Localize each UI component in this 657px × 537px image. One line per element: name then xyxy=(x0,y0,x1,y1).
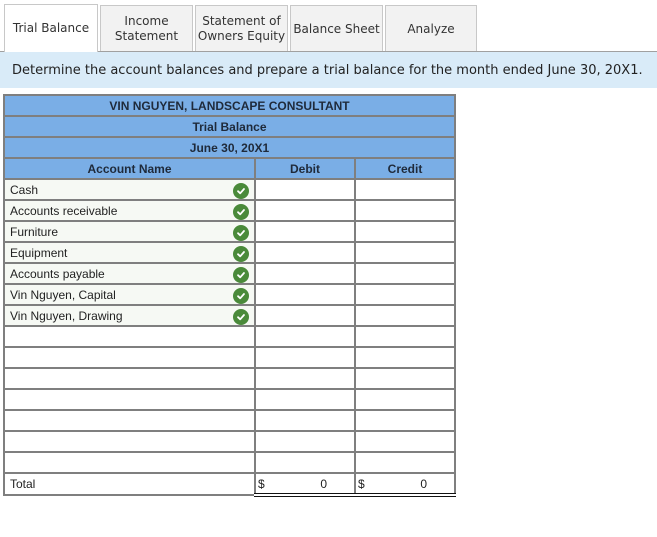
debit-input[interactable] xyxy=(254,178,356,201)
account-name-input[interactable]: Vin Nguyen, Drawing xyxy=(3,304,256,327)
debit-input[interactable] xyxy=(254,388,356,411)
column-header-account-name: Account Name xyxy=(3,157,256,180)
credit-input[interactable] xyxy=(354,367,456,390)
account-name-text: Vin Nguyen, Drawing xyxy=(10,308,123,323)
account-name-text: Furniture xyxy=(10,224,59,239)
tab-statement-of-owners-equity[interactable]: Statement of Owners Equity xyxy=(195,5,288,52)
tab-label: Analyze xyxy=(407,21,455,36)
account-row: Furniture xyxy=(3,220,456,243)
checkmark-icon xyxy=(233,267,249,283)
account-row xyxy=(3,346,456,369)
account-row xyxy=(3,430,456,453)
debit-input[interactable] xyxy=(254,325,356,348)
total-label: Total xyxy=(10,477,36,491)
total-debit-value: 0 xyxy=(320,477,327,491)
credit-input[interactable] xyxy=(354,346,456,369)
tab-label: Trial Balance xyxy=(12,21,90,35)
account-name-input[interactable]: Accounts receivable xyxy=(3,199,256,222)
credit-input[interactable] xyxy=(354,304,456,327)
account-row: Accounts receivable xyxy=(3,199,456,222)
account-name-text: Equipment xyxy=(10,245,68,260)
total-row: Total $ 0 $ 0 xyxy=(3,472,456,497)
debit-input[interactable] xyxy=(254,283,356,306)
column-header-credit: Credit xyxy=(354,157,456,180)
account-name-input[interactable]: Equipment xyxy=(3,241,256,264)
company-name: VIN NGUYEN, LANDSCAPE CONSULTANT xyxy=(3,94,456,117)
account-name-input[interactable] xyxy=(3,409,256,432)
credit-input[interactable] xyxy=(354,430,456,453)
account-name-input[interactable] xyxy=(3,367,256,390)
debit-input[interactable] xyxy=(254,304,356,327)
checkmark-icon xyxy=(233,246,249,262)
checkmark-icon xyxy=(233,183,249,199)
account-name-input[interactable] xyxy=(3,346,256,369)
tab-label: Statement of Owners Equity xyxy=(197,14,286,43)
account-name-text: Accounts payable xyxy=(10,266,105,281)
credit-input[interactable] xyxy=(354,220,456,243)
checkmark-icon xyxy=(233,225,249,241)
debit-input[interactable] xyxy=(254,409,356,432)
account-row xyxy=(3,409,456,432)
account-name-input[interactable]: Accounts payable xyxy=(3,262,256,285)
tab-income-statement[interactable]: Income Statement xyxy=(100,5,193,52)
total-label-cell: Total xyxy=(3,472,256,496)
account-row xyxy=(3,388,456,411)
account-name-input[interactable]: Furniture xyxy=(3,220,256,243)
account-name-input[interactable]: Vin Nguyen, Capital xyxy=(3,283,256,306)
account-name-text: Vin Nguyen, Capital xyxy=(10,287,116,302)
account-name-input[interactable]: Cash xyxy=(3,178,256,201)
credit-input[interactable] xyxy=(354,388,456,411)
checkmark-icon xyxy=(233,204,249,220)
trial-balance-table: VIN NGUYEN, LANDSCAPE CONSULTANT Trial B… xyxy=(3,94,456,497)
debit-input[interactable] xyxy=(254,430,356,453)
account-name-input[interactable] xyxy=(3,388,256,411)
account-row xyxy=(3,325,456,348)
debit-input[interactable] xyxy=(254,199,356,222)
debit-input[interactable] xyxy=(254,241,356,264)
credit-input[interactable] xyxy=(354,283,456,306)
debit-input[interactable] xyxy=(254,262,356,285)
credit-input[interactable] xyxy=(354,451,456,474)
credit-input[interactable] xyxy=(354,199,456,222)
account-name-input[interactable] xyxy=(3,325,256,348)
checkmark-icon xyxy=(233,288,249,304)
instruction-banner: Determine the account balances and prepa… xyxy=(0,51,657,88)
account-row: Accounts payable xyxy=(3,262,456,285)
account-row: Equipment xyxy=(3,241,456,264)
credit-input[interactable] xyxy=(354,241,456,264)
account-name-text: Accounts receivable xyxy=(10,203,118,218)
account-name-text: Cash xyxy=(10,182,39,197)
tab-label: Income Statement xyxy=(114,14,179,43)
tab-analyze[interactable]: Analyze xyxy=(385,5,477,52)
tab-trial-balance[interactable]: Trial Balance xyxy=(4,4,98,52)
debit-input[interactable] xyxy=(254,220,356,243)
total-credit-cell: $ 0 xyxy=(354,472,456,497)
account-name-input[interactable] xyxy=(3,451,256,474)
credit-input[interactable] xyxy=(354,178,456,201)
account-name-input[interactable] xyxy=(3,430,256,453)
tab-label: Balance Sheet xyxy=(293,21,380,36)
checkmark-icon xyxy=(233,309,249,325)
account-row: Vin Nguyen, Drawing xyxy=(3,304,456,327)
tab-bar: Trial Balance Income Statement Statement … xyxy=(4,4,479,52)
currency-symbol: $ xyxy=(358,477,365,491)
account-row xyxy=(3,451,456,474)
credit-input[interactable] xyxy=(354,262,456,285)
credit-input[interactable] xyxy=(354,409,456,432)
credit-input[interactable] xyxy=(354,325,456,348)
statement-date: June 30, 20X1 xyxy=(3,136,456,159)
statement-title: Trial Balance xyxy=(3,115,456,138)
debit-input[interactable] xyxy=(254,367,356,390)
total-credit-value: 0 xyxy=(420,477,427,491)
account-row xyxy=(3,367,456,390)
debit-input[interactable] xyxy=(254,346,356,369)
account-row: Vin Nguyen, Capital xyxy=(3,283,456,306)
tab-balance-sheet[interactable]: Balance Sheet xyxy=(290,5,383,52)
account-row: Cash xyxy=(3,178,456,201)
column-header-debit: Debit xyxy=(254,157,356,180)
total-debit-cell: $ 0 xyxy=(254,472,356,497)
currency-symbol: $ xyxy=(258,477,265,491)
debit-input[interactable] xyxy=(254,451,356,474)
